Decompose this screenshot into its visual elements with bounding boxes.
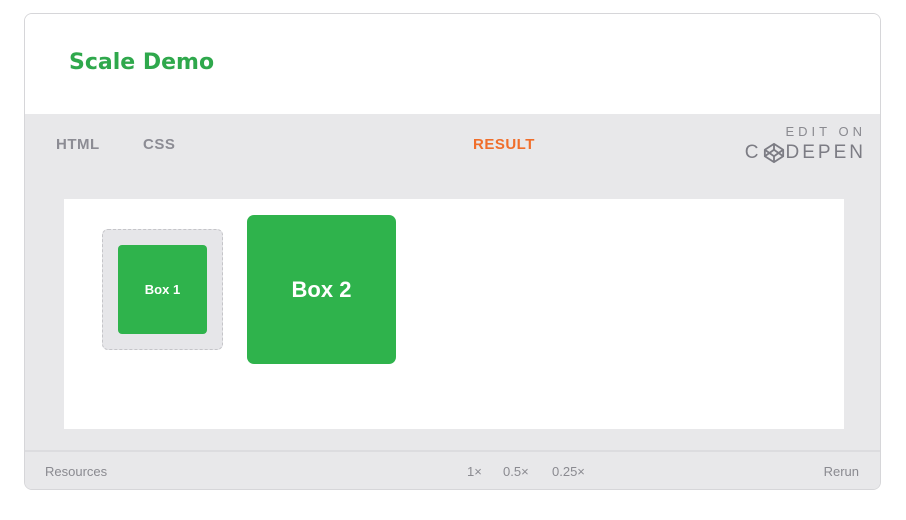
resources-button[interactable]: Resources: [45, 464, 107, 479]
edit-on-label: EDIT ON: [785, 124, 866, 139]
codepen-logo-icon: [763, 142, 784, 164]
tab-result[interactable]: RESULT: [473, 136, 535, 153]
edit-on-codepen-link[interactable]: EDIT ON C DEPEN: [741, 122, 866, 168]
page-title: Scale Demo: [69, 50, 215, 75]
rerun-button[interactable]: Rerun: [824, 464, 859, 479]
codepen-brand: C DEPEN: [745, 142, 866, 164]
tab-html[interactable]: HTML: [56, 136, 100, 153]
embed-footer: Resources 1× 0.5× 0.25× Rerun: [25, 450, 880, 489]
box1-container: Box 1: [102, 229, 223, 350]
box-2: Box 2: [247, 215, 396, 364]
codepen-embed: HTML CSS RESULT EDIT ON C DEPEN Box 1 Bo…: [25, 114, 880, 489]
tab-css[interactable]: CSS: [143, 136, 175, 153]
zoom-0-5x-button[interactable]: 0.5×: [503, 464, 529, 479]
codepen-embed-card: Scale Demo HTML CSS RESULT EDIT ON C DEP…: [24, 13, 881, 490]
result-pane: Box 1 Box 2: [64, 199, 844, 429]
title-area: Scale Demo: [25, 14, 880, 114]
box-1: Box 1: [118, 245, 207, 334]
codepen-brand-left: C: [744, 142, 762, 163]
embed-tabs: HTML CSS RESULT EDIT ON C DEPEN: [25, 114, 880, 174]
zoom-1x-button[interactable]: 1×: [467, 464, 482, 479]
zoom-0-25x-button[interactable]: 0.25×: [552, 464, 585, 479]
codepen-brand-right: DEPEN: [785, 142, 866, 163]
